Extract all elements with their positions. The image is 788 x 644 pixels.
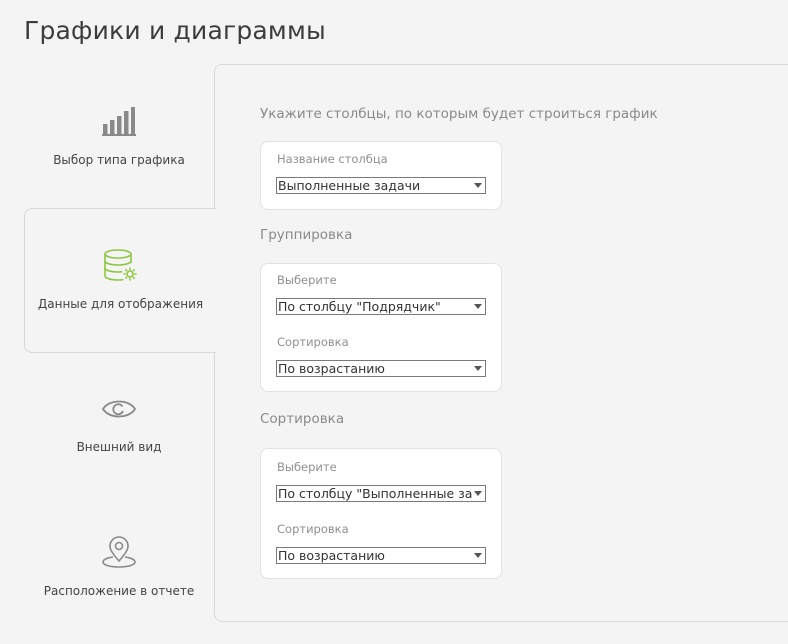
select-value: По возрастанию [278,361,385,376]
eye-icon [24,392,214,426]
map-pin-icon [24,536,214,570]
select-value: По возрастанию [278,548,385,563]
sorting-choose-label: Выберите [277,460,337,474]
grouping-heading: Группировка [260,227,353,243]
chevron-down-icon [474,553,482,558]
step-chart-type[interactable]: Выбор типа графика [24,65,214,208]
step-label: Данные для отображения [37,297,204,311]
active-step-connector [213,209,217,351]
sorting-card: Выберите По столбцу "Выполненные задачи"… [260,448,502,579]
page-title: Графики и диаграммы [24,16,326,45]
step-label: Выбор типа графика [53,153,185,167]
column-name-select[interactable]: Выполненные задачи [276,177,486,194]
step-label: Расположение в отчете [43,584,195,598]
step-label: Внешний вид [76,440,162,454]
sorting-sort-label: Сортировка [277,522,349,536]
grouping-sort-select[interactable]: По возрастанию [276,360,486,377]
select-value: По столбцу "Выполненные задачи" [278,486,473,501]
chevron-down-icon [474,304,482,309]
grouping-sort-label: Сортировка [277,335,349,349]
sorting-sort-select[interactable]: По возрастанию [276,547,486,564]
columns-heading: Укажите столбцы, по которым будет строит… [260,106,658,122]
grouping-card: Выберите По столбцу "Подрядчик" Сортиров… [260,263,502,392]
grouping-choose-label: Выберите [277,273,337,287]
column-name-label: Название столбца [277,152,388,166]
chevron-down-icon [474,366,482,371]
sorting-column-select[interactable]: По столбцу "Выполненные задачи" [276,485,486,502]
bar-chart-icon [24,105,214,139]
step-appearance[interactable]: Внешний вид [24,352,214,495]
sorting-heading: Сортировка [260,411,345,427]
select-value: По столбцу "Подрядчик" [278,299,441,314]
select-value: Выполненные задачи [278,178,421,193]
database-settings-icon [25,249,216,283]
chevron-down-icon [474,491,482,496]
grouping-column-select[interactable]: По столбцу "Подрядчик" [276,298,486,315]
columns-card: Название столбца Выполненные задачи [260,141,502,210]
step-location[interactable]: Расположение в отчете [24,496,214,639]
chevron-down-icon [474,183,482,188]
step-data[interactable]: Данные для отображения [24,208,216,353]
